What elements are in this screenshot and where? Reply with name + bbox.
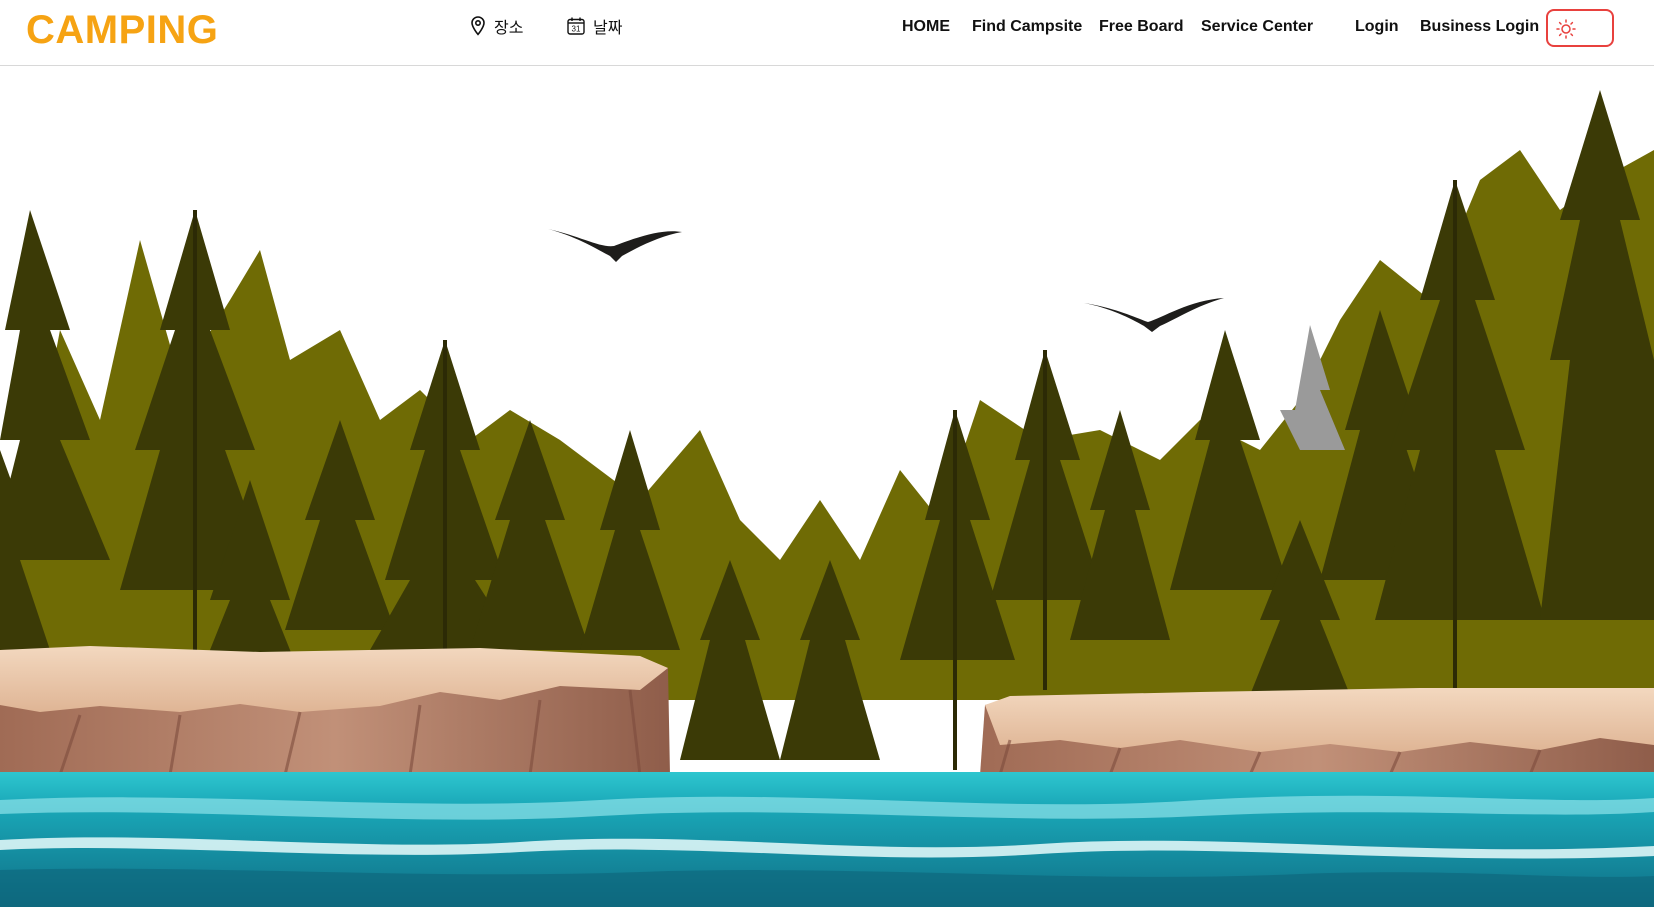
nav-business-login[interactable]: Business Login — [1420, 18, 1539, 36]
date-filter[interactable]: 31 날짜 — [567, 14, 622, 38]
calendar-day: 31 — [572, 25, 581, 34]
nav-find-campsite[interactable]: Find Campsite — [972, 18, 1082, 36]
place-filter[interactable]: 장소 — [470, 14, 523, 38]
nav-free-board[interactable]: Free Board — [1099, 18, 1183, 36]
lake-water — [0, 772, 1654, 907]
map-pin-icon — [470, 16, 486, 36]
bird-right — [1084, 298, 1224, 332]
right-cliff — [980, 688, 1654, 776]
nav-login[interactable]: Login — [1355, 18, 1399, 36]
date-filter-label: 날짜 — [593, 20, 623, 37]
nav-service-center[interactable]: Service Center — [1201, 18, 1313, 36]
hero-forest-lake-illustration — [0, 66, 1654, 907]
place-filter-label: 장소 — [494, 20, 524, 37]
theme-toggle-button[interactable] — [1546, 9, 1614, 47]
nav-home[interactable]: HOME — [902, 18, 950, 36]
calendar-icon: 31 — [567, 17, 585, 35]
top-navbar: CAMPING 장소 31 날짜 HOME Find Campsite Free… — [0, 0, 1654, 66]
bird-left — [548, 229, 682, 262]
brand-logo[interactable]: CAMPING — [26, 8, 218, 52]
left-cliff — [0, 646, 670, 776]
forest-scene — [0, 90, 1654, 907]
birds — [548, 229, 1224, 332]
